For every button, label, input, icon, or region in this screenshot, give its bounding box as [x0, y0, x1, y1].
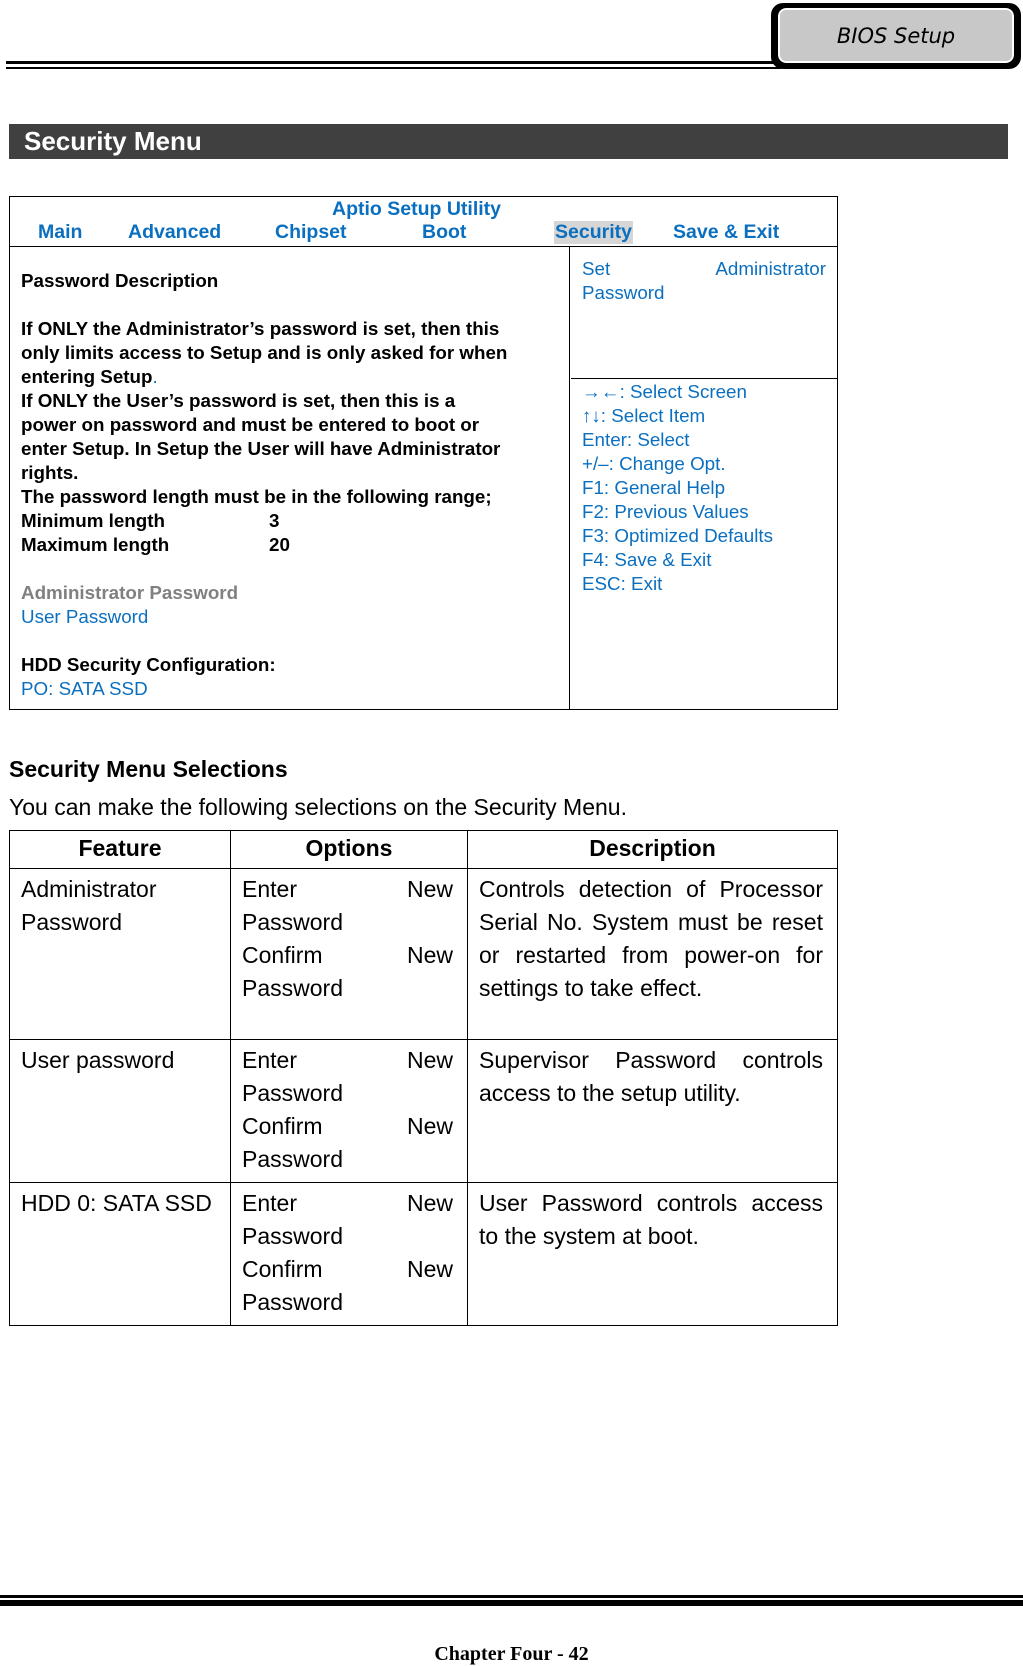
table-header-row: Feature Options Description — [9, 830, 838, 869]
key-help-enter: Enter: Select — [582, 429, 690, 450]
table-row: Administrator Password Enter New Passwor… — [9, 868, 838, 1040]
menu-tab-chipset[interactable]: Chipset — [275, 221, 347, 244]
user-password-item[interactable]: User Password — [21, 605, 559, 629]
description-text: If ONLY the User’s password is set, then… — [21, 390, 456, 411]
key-help-pane: →←: Select Screen ↑↓: Select Item Enter:… — [571, 379, 837, 596]
description-text: enter Setup. In Setup the User will have… — [21, 438, 501, 459]
key-help-f1: F1: General Help — [582, 477, 726, 498]
section-banner: Security Menu — [9, 124, 1008, 159]
description-text: power on password and must be entered to… — [21, 414, 480, 435]
password-description-heading: Password Description — [21, 270, 219, 291]
table-row: User password Enter New Password Confirm… — [9, 1039, 838, 1183]
menu-tab-advanced[interactable]: Advanced — [128, 221, 221, 244]
description-cell: Supervisor Password controls access to t… — [467, 1039, 838, 1183]
options-cell: Enter New Password Confirm New Password — [230, 868, 468, 1040]
selections-table: Feature Options Description Administrato… — [9, 830, 838, 1326]
item-help-pane: Set Administrator Password — [571, 247, 837, 379]
max-length-value: 20 — [269, 534, 290, 555]
bios-utility-title: Aptio Setup Utility — [332, 198, 501, 220]
key-help-esc: ESC: Exit — [582, 573, 663, 594]
bios-header: Aptio Setup Utility Main Advanced Chipse… — [10, 197, 837, 247]
footer-rule — [0, 1595, 1023, 1606]
hdd-security-heading: HDD Security Configuration: — [21, 654, 276, 675]
description-text: only limits access to Setup and is only … — [21, 342, 508, 363]
bios-screen: Aptio Setup Utility Main Advanced Chipse… — [9, 196, 838, 710]
description-text: entering Setup — [21, 366, 153, 387]
options-cell: Enter New Password Confirm New Password — [230, 1039, 468, 1183]
feature-cell: Administrator Password — [9, 868, 231, 1040]
menu-tab-main[interactable]: Main — [38, 221, 82, 244]
feature-cell: HDD 0: SATA SSD — [9, 1182, 231, 1326]
key-help-select-item: ↑↓: Select Item — [582, 405, 706, 426]
menu-tab-save-exit[interactable]: Save & Exit — [673, 221, 779, 244]
options-cell: Enter New Password Confirm New Password — [230, 1182, 468, 1326]
key-help-f4: F4: Save & Exit — [582, 549, 712, 570]
table-row: HDD 0: SATA SSD Enter New Password Confi… — [9, 1182, 838, 1326]
key-help-f3: F3: Optimized Defaults — [582, 525, 774, 546]
menu-tab-security[interactable]: Security — [554, 221, 633, 244]
column-header: Options — [230, 830, 468, 869]
min-length-row: Minimum length 3 — [21, 510, 280, 531]
description-text: If ONLY the Administrator’s password is … — [21, 318, 500, 339]
hdd-sata-ssd-item[interactable]: PO: SATA SSD — [21, 677, 559, 701]
key-help-f2: F2: Previous Values — [582, 501, 749, 522]
min-length-value: 3 — [269, 510, 280, 531]
column-header: Feature — [9, 830, 231, 869]
key-help-select-screen: →←: Select Screen — [582, 381, 747, 402]
description-text: rights. — [21, 462, 79, 483]
column-header: Description — [467, 830, 838, 869]
selections-heading: Security Menu Selections — [9, 756, 288, 782]
header-rule — [6, 61, 781, 69]
description-text: The password length must be in the follo… — [21, 486, 492, 507]
header-tab-label: BIOS Setup — [777, 7, 1015, 64]
description-cell: Controls detection of Processor Serial N… — [467, 868, 838, 1040]
feature-cell: User password — [9, 1039, 231, 1183]
bios-main-pane: Password Description If ONLY the Adminis… — [10, 247, 570, 709]
menu-tab-boot[interactable]: Boot — [422, 221, 466, 244]
selections-subtitle: You can make the following selections on… — [9, 794, 627, 820]
administrator-password-item[interactable]: Administrator Password — [21, 581, 559, 605]
max-length-row: Maximum length 20 — [21, 534, 290, 555]
page-footer: Chapter Four - 42 — [434, 1643, 589, 1665]
key-help-change-opt: +/–: Change Opt. — [582, 453, 726, 474]
description-cell: User Password controls access to the sys… — [467, 1182, 838, 1326]
